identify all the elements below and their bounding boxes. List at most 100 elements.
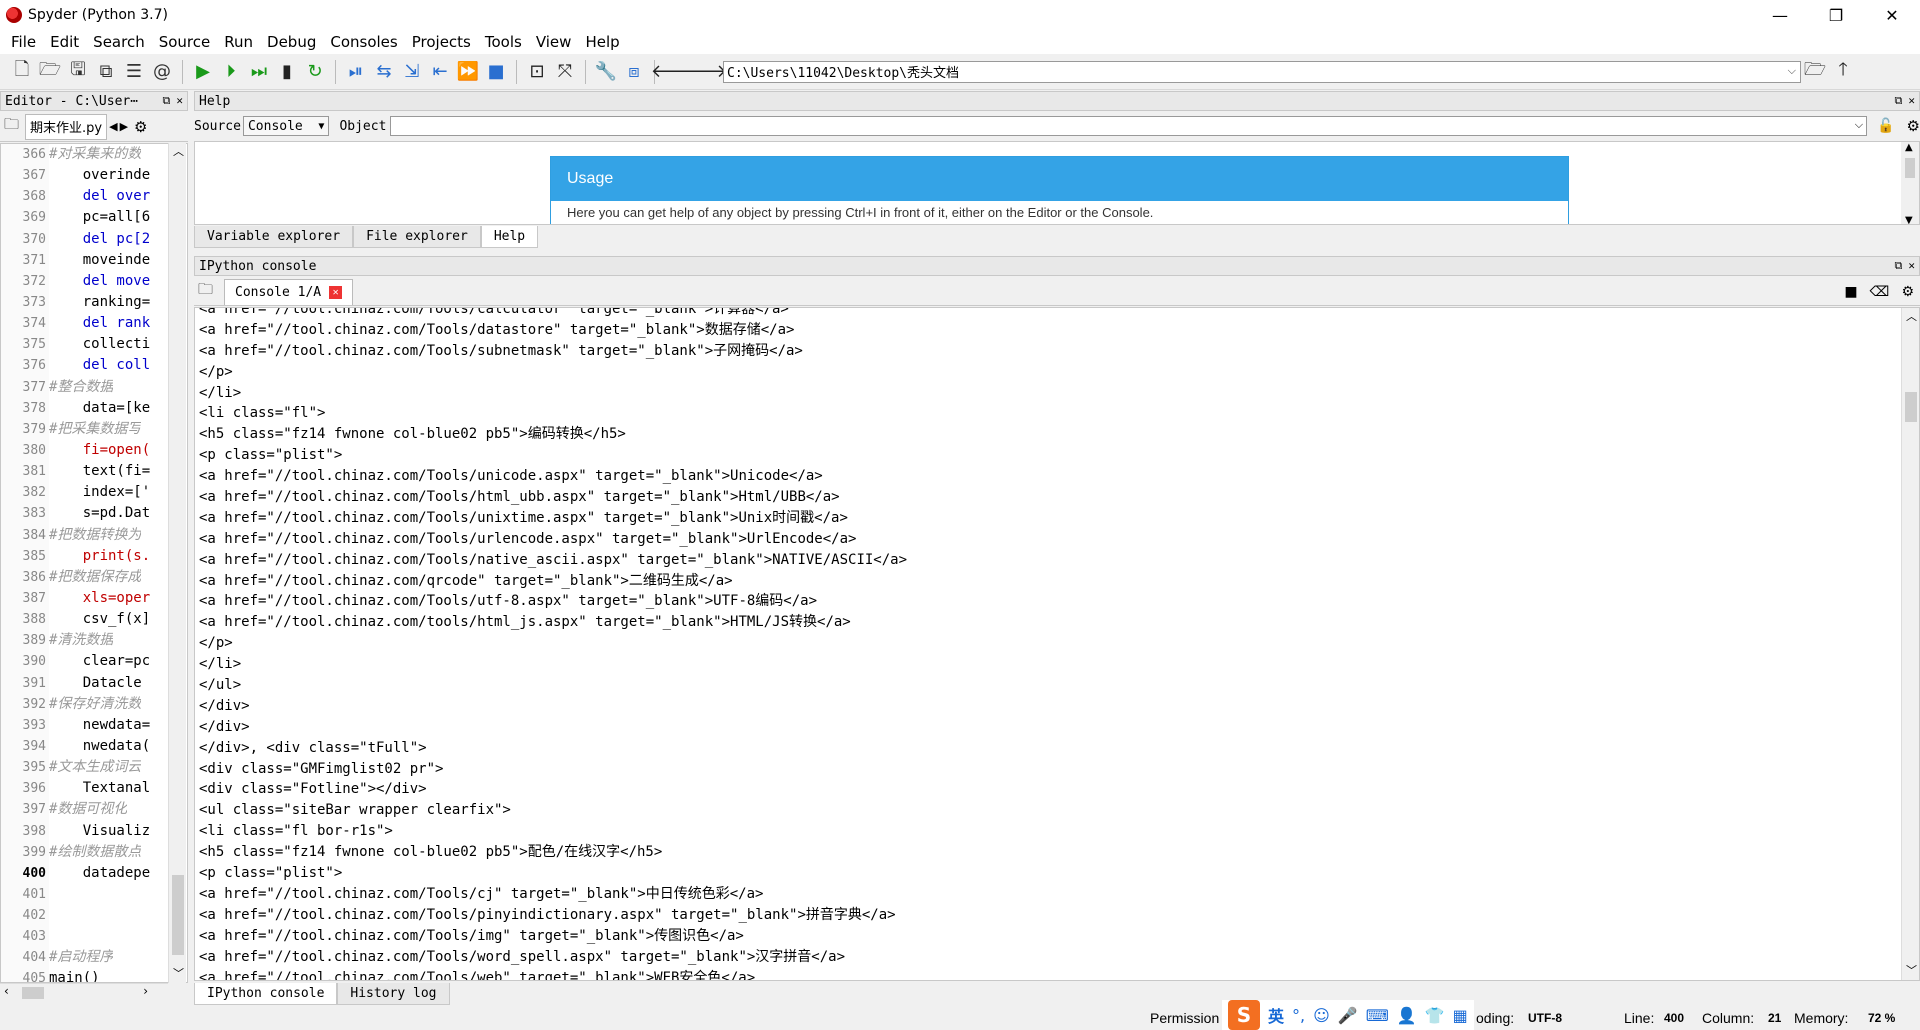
- console-pane-title: IPython console: [199, 258, 317, 274]
- scroll-left-icon[interactable]: ‹: [4, 984, 9, 998]
- scroll-down-icon[interactable]: ﹀: [173, 965, 184, 981]
- tab-history-log[interactable]: History log: [337, 983, 450, 1005]
- help-options-gear-icon[interactable]: ⚙: [1907, 117, 1920, 135]
- close-button[interactable]: ✕: [1864, 0, 1920, 30]
- scroll-up-icon[interactable]: ︿: [173, 143, 184, 159]
- open-file-icon[interactable]: 🗁: [36, 58, 64, 86]
- tab-variable-explorer[interactable]: Variable explorer: [194, 226, 354, 248]
- console-line: </div>: [199, 697, 250, 714]
- editor-vertical-scrollbar[interactable]: ︿ ﹀: [168, 143, 186, 983]
- code-text: data=[ke: [49, 399, 151, 416]
- punctuation-icon[interactable]: °,: [1292, 1006, 1305, 1025]
- menu-consoles[interactable]: Consoles: [323, 33, 404, 51]
- help-vertical-scrollbar[interactable]: ▲ ▼: [1901, 142, 1919, 224]
- console-options-gear-icon[interactable]: ⚙: [1901, 284, 1914, 300]
- code-text: datadepe: [49, 864, 151, 881]
- scroll-up-icon[interactable]: ▲: [1905, 142, 1913, 153]
- console-tab[interactable]: Console 1/A ✕: [224, 278, 354, 305]
- step-icon[interactable]: ⇆: [370, 58, 398, 86]
- debug-icon[interactable]: ⏯: [342, 58, 370, 86]
- menu-debug[interactable]: Debug: [260, 33, 323, 51]
- step-into-icon[interactable]: ⇲: [398, 58, 426, 86]
- grid-menu-icon[interactable]: ▦: [1453, 1006, 1468, 1025]
- object-input[interactable]: ⌵: [390, 116, 1868, 136]
- continue-icon[interactable]: ⏩: [454, 58, 482, 86]
- close-pane-icon[interactable]: ✕: [1908, 94, 1915, 108]
- menu-search[interactable]: Search: [86, 33, 152, 51]
- console-line: <a href="//tool.chinaz.com/Tools/native_…: [199, 551, 908, 568]
- editor-horizontal-scrollbar[interactable]: ‹ ›: [0, 983, 168, 1001]
- maximize-pane-icon[interactable]: ⊡: [523, 58, 551, 86]
- ime-mode-label[interactable]: 英: [1268, 1003, 1284, 1027]
- run-selection-icon[interactable]: ▮: [273, 58, 301, 86]
- menu-help[interactable]: Help: [578, 33, 626, 51]
- keyboard-icon[interactable]: ⌨: [1366, 1006, 1389, 1025]
- tab-help[interactable]: Help: [480, 226, 539, 248]
- browse-tabs-icon[interactable]: 🗀: [198, 279, 213, 304]
- microphone-icon[interactable]: 🎤: [1338, 1006, 1358, 1025]
- undock-icon[interactable]: ⧉: [1895, 94, 1903, 108]
- email-icon[interactable]: @: [148, 58, 176, 86]
- scroll-down-icon[interactable]: ▼: [1905, 215, 1913, 224]
- scroll-right-icon[interactable]: ›: [143, 984, 148, 998]
- console-vertical-scrollbar[interactable]: ︿ ﹀: [1901, 308, 1919, 980]
- scrollbar-thumb[interactable]: [1905, 392, 1917, 422]
- scrollbar-thumb[interactable]: [22, 987, 44, 999]
- working-directory-field[interactable]: C:\Users\11042\Desktop\秃头文档 ⌵: [723, 60, 1801, 83]
- lock-icon[interactable]: 🔓: [1877, 118, 1894, 134]
- fullscreen-icon[interactable]: ⤧: [551, 58, 579, 86]
- code-editor[interactable]: 366 #对采集来的数 367 overinde 368 del over 369 pc…: [0, 143, 188, 983]
- tab-right-arrow-icon[interactable]: ▶: [120, 120, 128, 133]
- restore-button[interactable]: ❐: [1808, 0, 1864, 30]
- close-console-icon[interactable]: ✕: [329, 285, 343, 299]
- stop-kernel-icon[interactable]: ■: [1844, 284, 1857, 300]
- minimize-button[interactable]: —: [1752, 0, 1808, 30]
- chevron-down-icon[interactable]: ⌵: [1788, 64, 1796, 78]
- run-cell-advance-icon[interactable]: ⏭: [245, 58, 273, 86]
- menu-source[interactable]: Source: [152, 33, 218, 51]
- skin-shirt-icon[interactable]: 👕: [1425, 1006, 1445, 1025]
- tab-file-explorer[interactable]: File explorer: [353, 226, 481, 248]
- scrollbar-thumb[interactable]: [1905, 158, 1915, 178]
- menu-file[interactable]: File: [4, 33, 43, 51]
- scrollbar-thumb[interactable]: [172, 875, 184, 955]
- tab-ipython-console[interactable]: IPython console: [194, 983, 338, 1005]
- scroll-down-icon[interactable]: ﹀: [1906, 962, 1917, 978]
- chevron-down-icon[interactable]: ⌵: [1855, 118, 1863, 132]
- preferences-wrench-icon[interactable]: 🔧: [592, 58, 620, 86]
- user-icon[interactable]: 👤: [1397, 1006, 1417, 1025]
- rerun-icon[interactable]: ↻: [301, 58, 329, 86]
- menu-edit[interactable]: Edit: [43, 33, 86, 51]
- menu-projects[interactable]: Projects: [405, 33, 478, 51]
- run-cell-icon[interactable]: ⏵: [217, 58, 245, 86]
- console-line: </li>: [199, 384, 242, 401]
- close-pane-icon[interactable]: ✕: [1908, 259, 1915, 273]
- menu-view[interactable]: View: [529, 33, 579, 51]
- parent-directory-icon[interactable]: 🡑: [1829, 58, 1857, 86]
- step-return-icon[interactable]: ⇤: [426, 58, 454, 86]
- save-file-icon[interactable]: 🖫: [64, 58, 92, 86]
- browse-tabs-icon[interactable]: 🗀: [4, 114, 19, 139]
- python-path-icon[interactable]: ⧈: [620, 58, 648, 86]
- undock-icon[interactable]: ⧉: [1895, 259, 1903, 273]
- menu-tools[interactable]: Tools: [478, 33, 529, 51]
- browse-folder-icon[interactable]: 🗁: [1801, 58, 1829, 86]
- run-icon[interactable]: ▶: [189, 58, 217, 86]
- clear-console-eraser-icon[interactable]: ⌫: [1870, 284, 1890, 300]
- close-pane-icon[interactable]: ✕: [176, 94, 183, 108]
- console-output[interactable]: <a href="//tool.chinaz.com/Tools/calcula…: [194, 307, 1920, 981]
- editor-options-gear-icon[interactable]: ⚙: [134, 118, 147, 136]
- tab-left-arrow-icon[interactable]: ◀: [109, 120, 117, 133]
- stop-debug-icon[interactable]: ■: [482, 58, 510, 86]
- scroll-up-icon[interactable]: ︿: [1906, 308, 1917, 324]
- editor-file-tab[interactable]: 期末作业.py: [25, 113, 108, 140]
- emoji-icon[interactable]: ☺: [1313, 1006, 1330, 1025]
- undock-icon[interactable]: ⧉: [163, 94, 171, 108]
- forward-arrow-icon[interactable]: 🡒: [679, 58, 727, 86]
- save-all-icon[interactable]: ⧉: [92, 58, 120, 86]
- sogou-logo-icon[interactable]: S: [1228, 1000, 1260, 1030]
- outline-icon[interactable]: ☰: [120, 58, 148, 86]
- new-file-icon[interactable]: 🗋: [8, 58, 36, 86]
- source-select[interactable]: Console ▼: [242, 116, 330, 136]
- menu-run[interactable]: Run: [217, 33, 260, 51]
